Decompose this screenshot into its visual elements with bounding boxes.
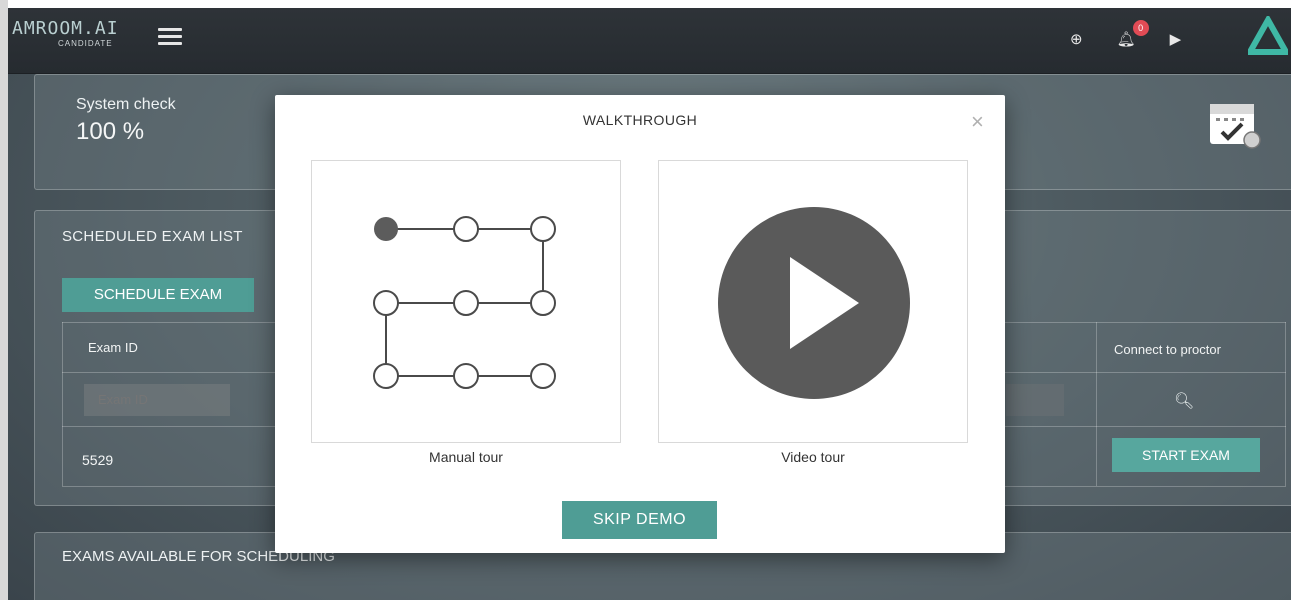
system-check-value: 100 % — [76, 118, 145, 145]
bell-icon[interactable]: 🔔︎ 0 — [1117, 20, 1149, 48]
left-edge-strip — [0, 0, 8, 600]
crosshair-icon[interactable]: ⊕ — [1070, 30, 1083, 48]
system-check-title: System check — [76, 96, 176, 113]
brand-logo: AMROOM.AI CANDIDATE — [12, 18, 119, 48]
brand-name: AMROOM.AI — [12, 18, 119, 39]
brand-subtitle: CANDIDATE — [58, 39, 113, 48]
video-tour-label: Video tour — [781, 449, 845, 465]
menu-icon[interactable] — [158, 28, 182, 46]
calendar-icon — [1210, 104, 1261, 149]
manual-tour-path-icon — [373, 216, 556, 389]
play-icon[interactable]: ▶ — [1170, 30, 1182, 48]
start-exam-button[interactable]: START EXAM — [1112, 438, 1260, 472]
play-circle-icon — [718, 207, 910, 399]
table-border-right — [1285, 322, 1286, 486]
column-header-connect: Connect to proctor — [1114, 342, 1221, 357]
skip-demo-button[interactable]: SKIP DEMO — [562, 501, 717, 539]
schedule-exam-button[interactable]: SCHEDULE EXAM — [62, 278, 254, 312]
walkthrough-modal: WALKTHROUGH × Manual tour Video tour SKI… — [275, 95, 1005, 553]
exam-id-filter-input[interactable] — [84, 384, 230, 416]
close-icon[interactable]: × — [971, 109, 984, 135]
scheduled-exam-title: SCHEDULED EXAM LIST — [62, 228, 243, 245]
video-tour-card[interactable] — [658, 160, 968, 443]
notification-badge: 0 — [1132, 20, 1149, 36]
table-col-divider — [1096, 322, 1097, 486]
exam-id-cell: 5529 — [82, 452, 114, 468]
table-border-left — [62, 322, 63, 486]
brand-triangle-icon — [1248, 16, 1288, 55]
manual-tour-label: Manual tour — [429, 449, 503, 465]
column-header-exam-id: Exam ID — [88, 340, 138, 355]
manual-tour-card[interactable] — [311, 160, 621, 443]
search-icon[interactable]: 🔍︎ — [1174, 391, 1194, 411]
topbar-icons: ⊕ 🔔︎ 0 ▶ — [1070, 20, 1215, 48]
modal-title: WALKTHROUGH — [582, 112, 698, 128]
filter-input-right[interactable] — [1006, 384, 1064, 416]
